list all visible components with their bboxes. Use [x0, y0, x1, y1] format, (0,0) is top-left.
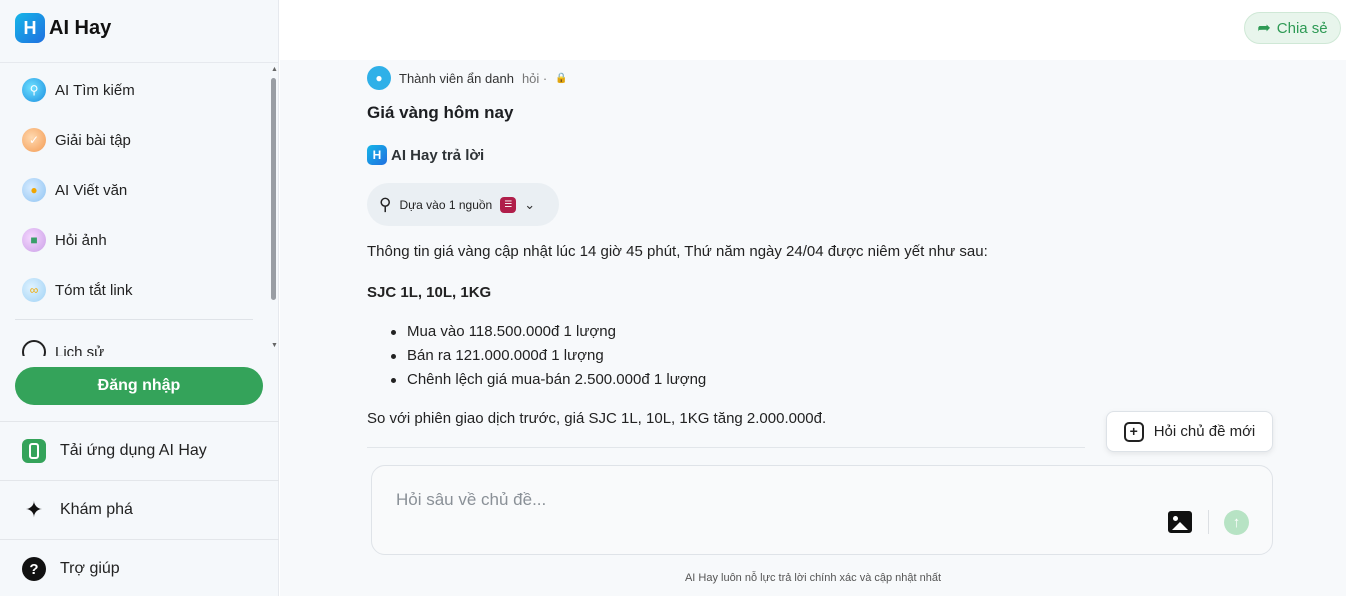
login-button[interactable]: Đăng nhập	[15, 367, 263, 405]
answer-intro: Thông tin giá vàng cập nhật lúc 14 giờ 4…	[367, 243, 988, 260]
download-app-link[interactable]: Tải ứng dụng AI Hay	[22, 437, 207, 465]
scroll-down-arrow-icon[interactable]: ▼	[271, 342, 278, 349]
explore-label: Khám phá	[60, 501, 133, 518]
brand-logo-icon: H	[15, 13, 45, 43]
list-item: Chênh lệch giá mua-bán 2.500.000đ 1 lượn…	[367, 368, 967, 392]
search-sparkle-icon: ⚲	[379, 194, 392, 214]
sidebar-scrollbar[interactable]: ▲ ▼	[268, 66, 278, 356]
new-topic-label: Hỏi chủ đề mới	[1153, 423, 1256, 440]
homework-icon: ✓	[22, 128, 46, 152]
chevron-down-icon: ⌄	[524, 196, 536, 212]
image-upload-icon[interactable]	[1168, 511, 1192, 533]
share-label: Chia sẻ	[1276, 19, 1328, 37]
answer-comparison: So với phiên giao dịch trước, giá SJC 1L…	[367, 410, 827, 427]
anonymous-user-icon: ●	[367, 66, 391, 90]
add-chat-icon: +	[1123, 421, 1144, 442]
scrollbar-thumb[interactable]	[271, 78, 276, 300]
disclaimer-text: AI Hay luôn nỗ lực trả lời chính xác và …	[684, 572, 942, 584]
sidebar-item-label: Hỏi ảnh	[55, 231, 107, 249]
download-app-label: Tải ứng dụng AI Hay	[60, 442, 207, 459]
history-icon	[22, 340, 46, 356]
sidebar-item-homework[interactable]: ✓ Giải bài tập	[22, 126, 131, 154]
disclaimer: AI Hay luôn nỗ lực trả lời chính xác và …	[0, 572, 1346, 584]
lock-icon: 🔒	[555, 72, 568, 84]
sidebar-item-writing[interactable]: ● AI Viết văn	[22, 176, 127, 204]
answerer-name: AI Hay trả lời	[391, 146, 485, 164]
asker-name: Thành viên ẩn danh	[399, 70, 514, 86]
sources-label: Dựa vào 1 nguồn	[399, 197, 493, 212]
link-summary-icon: ∞	[22, 278, 46, 302]
sidebar-item-label: AI Viết văn	[55, 181, 128, 199]
share-arrow-icon: ➦	[1257, 20, 1271, 37]
question-title: Giá vàng hôm nay	[367, 103, 514, 122]
sidebar-item-ai-search[interactable]: ⚲ AI Tìm kiếm	[22, 76, 135, 104]
sidebar-item-label: Tóm tắt link	[55, 281, 133, 299]
sidebar-item-label: Giải bài tập	[55, 131, 131, 149]
ai-hay-logo-icon: H	[367, 145, 387, 165]
ai-search-icon: ⚲	[22, 78, 46, 102]
writing-icon: ●	[22, 178, 46, 202]
follow-up-input[interactable]	[396, 488, 1096, 512]
answerer-row: H AI Hay trả lời	[367, 145, 484, 165]
brand-name: AI Hay	[49, 16, 112, 39]
sidebar: H AI Hay ⚲ AI Tìm kiếm ✓ Giải bài tập ● …	[0, 0, 279, 596]
asker-row: ● Thành viên ẩn danh hỏi · 🔒	[367, 66, 568, 90]
share-button[interactable]: ➦ Chia sẻ	[1244, 12, 1341, 44]
send-button[interactable]: ↑	[1224, 510, 1249, 535]
source-favicon-icon: ☰	[500, 196, 517, 213]
scroll-up-arrow-icon[interactable]: ▲	[271, 66, 278, 73]
content-divider	[367, 447, 1085, 448]
asker-verb: hỏi ·	[521, 70, 548, 86]
sidebar-divider	[0, 480, 279, 481]
arrow-up-icon: ↑	[1232, 514, 1241, 531]
sidebar-divider	[0, 539, 279, 540]
answer-heading: SJC 1L, 10L, 1KG	[367, 284, 492, 301]
sidebar-item-label: AI Tìm kiếm	[55, 81, 135, 99]
new-topic-button[interactable]: + Hỏi chủ đề mới	[1106, 411, 1273, 452]
image-question-icon: ■	[22, 228, 46, 252]
sidebar-item-history[interactable]: Lịch sử	[22, 338, 104, 356]
sidebar-item-link-summary[interactable]: ∞ Tóm tắt link	[22, 276, 133, 304]
sidebar-item-label: Lịch sử	[55, 343, 105, 357]
brand[interactable]: H AI Hay	[15, 12, 111, 44]
sidebar-divider	[0, 421, 279, 422]
price-list: Mua vào 118.500.000đ 1 lượng Bán ra 121.…	[367, 320, 967, 392]
explore-link[interactable]: ✦ Khám phá	[22, 496, 133, 524]
composer: ↑	[371, 465, 1273, 555]
sidebar-nav: ⚲ AI Tìm kiếm ✓ Giải bài tập ● AI Viết v…	[0, 64, 279, 356]
mobile-app-icon	[22, 439, 46, 463]
list-item: Mua vào 118.500.000đ 1 lượng	[367, 320, 967, 344]
sidebar-item-image-question[interactable]: ■ Hỏi ảnh	[22, 226, 107, 254]
nav-divider	[15, 319, 253, 320]
sources-dropdown[interactable]: ⚲ Dựa vào 1 nguồn ☰ ⌄	[367, 183, 559, 226]
composer-divider	[1208, 510, 1209, 534]
sparkle-icon: ✦	[24, 497, 44, 522]
brand-divider	[0, 62, 279, 63]
list-item: Bán ra 121.000.000đ 1 lượng	[367, 344, 967, 368]
main-header	[280, 0, 1346, 60]
